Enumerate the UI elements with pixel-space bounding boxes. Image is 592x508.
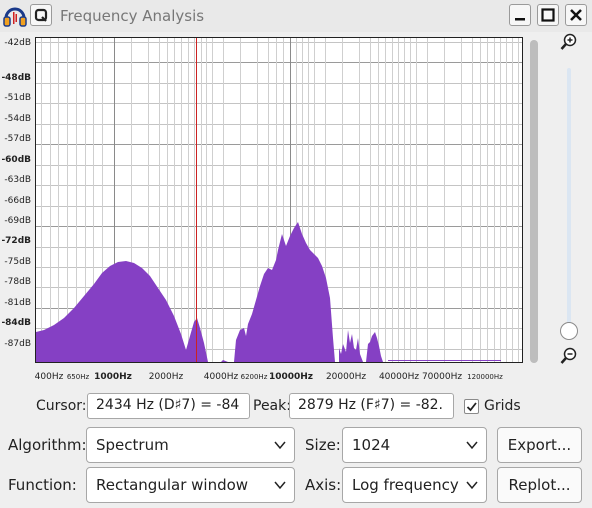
peak-readout-field[interactable]: 2879 Hz (F♯7) = -82. (289, 393, 454, 419)
size-value: 1024 (352, 436, 391, 454)
algorithm-label: Algorithm: (8, 436, 87, 454)
checkmark-icon (466, 402, 477, 412)
db-tick-label: -81dB (4, 298, 31, 308)
close-icon (570, 9, 582, 21)
minimize-icon (515, 18, 525, 21)
minimize-button[interactable] (509, 4, 531, 26)
db-tick-label: -69dB (4, 216, 31, 226)
db-tick-label: -48dB (1, 73, 31, 83)
function-select[interactable]: Rectangular window (86, 467, 295, 503)
frequency-tick-label: 10000Hz (268, 372, 314, 382)
db-tick-label: -42dB (4, 38, 31, 48)
algorithm-select[interactable]: Spectrum (86, 427, 295, 463)
frequency-tick-label: 6200Hz (240, 373, 268, 381)
db-tick-label: -54dB (4, 114, 31, 124)
zoom-in-icon[interactable] (560, 33, 578, 51)
grids-label: Grids (484, 398, 521, 414)
chevron-down-icon (466, 481, 478, 490)
frequency-tick-label: 120000Hz (467, 373, 503, 381)
vertical-scrollbar[interactable] (530, 40, 538, 363)
frequency-tick-label: 4000Hz (203, 372, 239, 382)
zoom-out-icon[interactable] (560, 347, 578, 365)
db-tick-label: -75dB (4, 257, 31, 267)
frequency-tick-label: 650Hz (66, 373, 90, 381)
replot-button[interactable]: Replot... (497, 467, 582, 503)
cursor-readout-field[interactable]: 2434 Hz (D♯7) = -84 (87, 393, 250, 419)
size-label: Size: (305, 436, 341, 454)
size-select[interactable]: 1024 (342, 427, 487, 463)
window-title: Frequency Analysis (60, 7, 205, 25)
export-button[interactable]: Export... (497, 427, 582, 463)
maximize-icon (541, 8, 555, 22)
db-tick-label: -51dB (4, 93, 31, 103)
db-tick-label: -87dB (4, 339, 31, 349)
close-button[interactable] (565, 4, 587, 26)
grids-checkbox[interactable] (464, 399, 479, 414)
db-tick-label: -66dB (4, 196, 31, 206)
zoom-slider-thumb[interactable] (560, 322, 578, 340)
db-tick-label: -60dB (1, 155, 31, 165)
db-ruler: -42dB -48dB -51dB -54dB -57dB -60dB -63dB -66dB… (0, 37, 35, 367)
spectrum-graph (36, 38, 522, 362)
pin-button[interactable] (30, 4, 52, 26)
audacity-headphones-icon (3, 7, 27, 27)
spectrum-plot[interactable] (35, 37, 523, 363)
frequency-tick-label: 20000Hz (325, 372, 367, 382)
db-tick-label: -72dB (1, 236, 31, 246)
axis-select[interactable]: Log frequency (342, 467, 487, 503)
axis-label: Axis: (305, 476, 342, 494)
db-tick-label: -84dB (1, 318, 31, 328)
keep-on-top-icon (34, 8, 48, 22)
db-tick-label: -63dB (4, 175, 31, 185)
cursor-label: Cursor: (36, 398, 87, 414)
spectrum-fill (36, 222, 522, 362)
frequency-tick-label: 400Hz (34, 372, 64, 382)
algorithm-value: Spectrum (96, 436, 169, 454)
peak-label: Peak: (253, 398, 291, 414)
title-bar: Frequency Analysis (0, 0, 592, 32)
frequency-tick-label: 70000Hz (421, 372, 463, 382)
db-tick-label: -78dB (4, 277, 31, 287)
zoom-slider-track[interactable] (567, 68, 571, 330)
frequency-tick-label: 1000Hz (94, 372, 132, 382)
chevron-down-icon (466, 441, 478, 450)
function-value: Rectangular window (96, 476, 249, 494)
db-tick-label: -57dB (4, 134, 31, 144)
maximize-button[interactable] (537, 4, 559, 26)
frequency-tick-label: 40000Hz (378, 372, 420, 382)
frequency-tick-label: 2000Hz (148, 372, 184, 382)
axis-value: Log frequency (352, 476, 459, 494)
chevron-down-icon (274, 441, 286, 450)
function-label: Function: (8, 476, 77, 494)
chevron-down-icon (274, 481, 286, 490)
